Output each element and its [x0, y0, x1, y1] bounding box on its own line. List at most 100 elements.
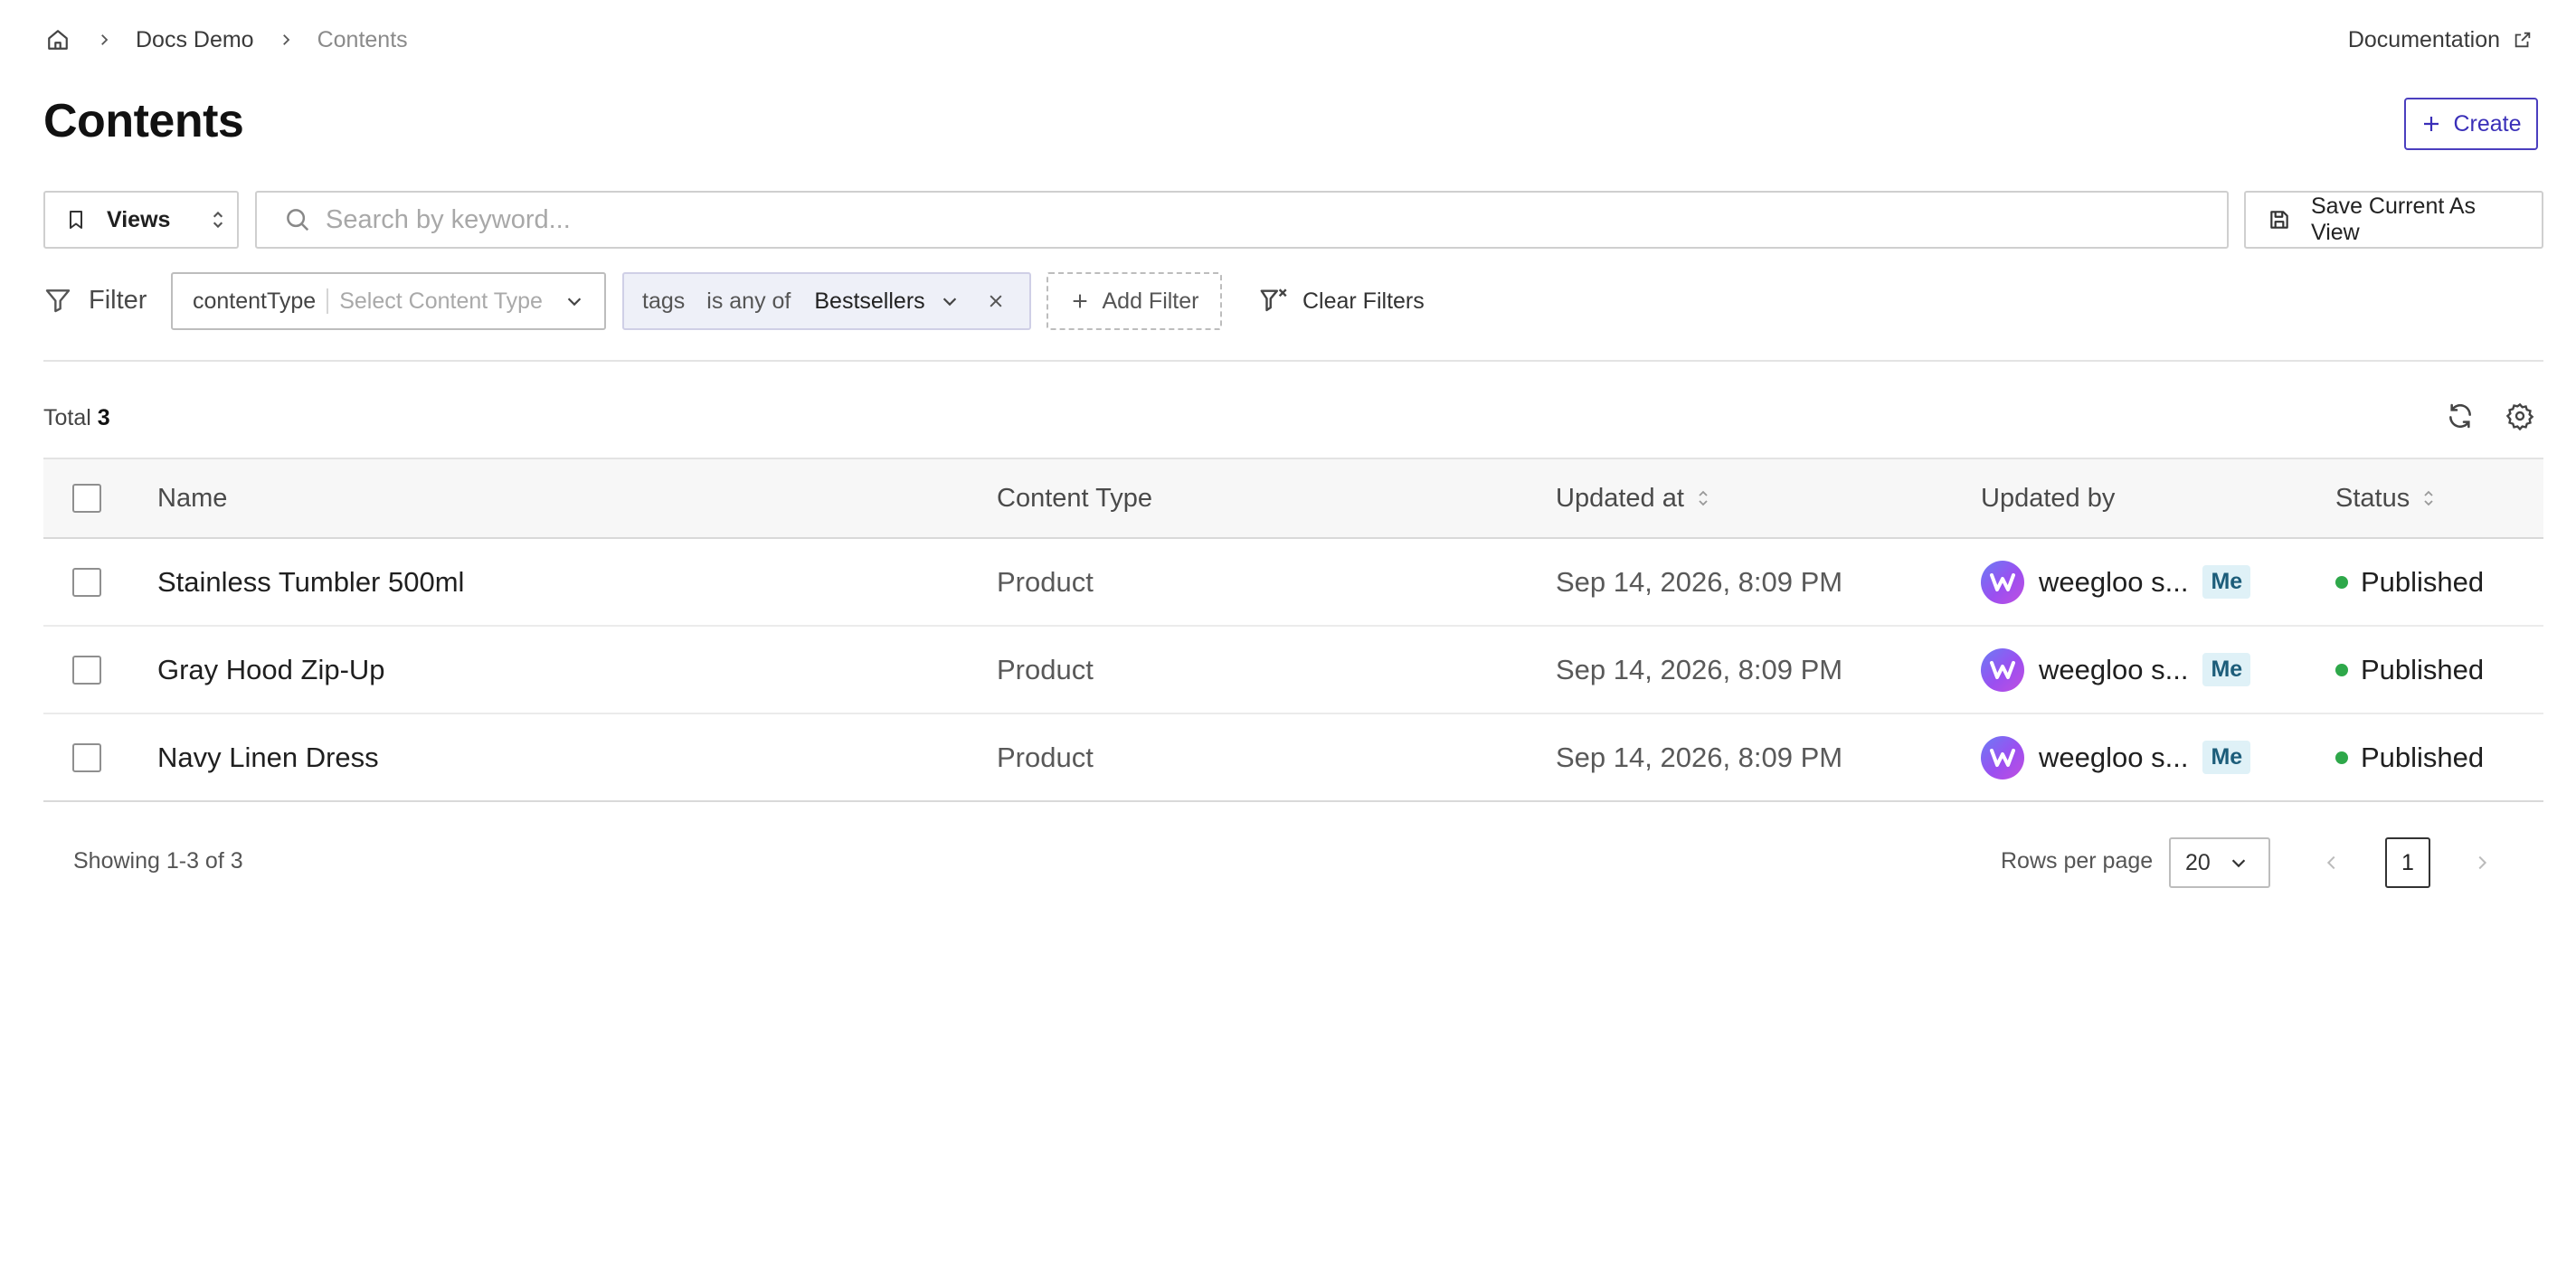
- content-type-key: contentType: [193, 288, 317, 314]
- tags-filter-chip: tags is any of Bestsellers: [622, 272, 1031, 330]
- breadcrumb: Docs Demo Contents: [43, 22, 408, 58]
- previous-page-chevron-left-icon[interactable]: [2314, 845, 2350, 881]
- table-row[interactable]: Navy Linen Dress Product Sep 14, 2026, 8…: [43, 714, 2543, 802]
- save-view-label: Save Current As View: [2311, 194, 2477, 245]
- rows-per-page-select[interactable]: 20: [2169, 837, 2270, 888]
- column-header-name: Name: [157, 483, 228, 513]
- chevron-right-icon: [94, 30, 114, 50]
- page-title: Contents: [43, 95, 244, 147]
- sort-icon: [1697, 487, 1709, 509]
- avatar: [1981, 560, 2024, 604]
- sort-updown-icon: [210, 208, 226, 231]
- total-label: Total: [43, 405, 91, 430]
- row-updated-at: Sep 14, 2026, 8:09 PM: [1556, 653, 1843, 685]
- column-header-content-type: Content Type: [997, 483, 1152, 513]
- status-text: Published: [2361, 653, 2485, 685]
- row-updated-by: weegloo s... Me: [1981, 627, 2251, 713]
- total-value: 3: [97, 405, 110, 430]
- user-name: weegloo s...: [2039, 741, 2189, 773]
- status-badge: Published: [2335, 539, 2484, 625]
- documentation-link[interactable]: Documentation: [2348, 22, 2533, 58]
- page-button-1[interactable]: 1: [2385, 837, 2430, 888]
- content-type-filter-select[interactable]: contentType Select Content Type: [171, 272, 606, 330]
- chevron-down-icon[interactable]: [940, 291, 960, 311]
- user-name: weegloo s...: [2039, 653, 2189, 685]
- status-text: Published: [2361, 565, 2485, 598]
- table-row[interactable]: Gray Hood Zip-Up Product Sep 14, 2026, 8…: [43, 627, 2543, 714]
- showing-range: Showing 1-3 of 3: [73, 848, 243, 874]
- contents-table: Name Content Type Updated at Updated by …: [43, 458, 2543, 802]
- clear-filter-icon: [1259, 286, 1290, 316]
- bookmark-icon: [65, 208, 87, 231]
- status-dot: [2335, 663, 2348, 676]
- views-label: Views: [107, 206, 171, 232]
- refresh-icon[interactable]: [2442, 398, 2478, 434]
- row-updated-by: weegloo s... Me: [1981, 714, 2251, 800]
- search-input[interactable]: [326, 204, 2200, 235]
- search-box[interactable]: [255, 191, 2229, 249]
- me-badge: Me: [2202, 741, 2251, 774]
- row-updated-at: Sep 14, 2026, 8:09 PM: [1556, 565, 1843, 598]
- avatar: [1981, 735, 2024, 779]
- total-count: Total 3: [43, 405, 110, 431]
- tags-value[interactable]: Bestsellers: [814, 288, 924, 315]
- chevron-right-icon: [276, 30, 296, 50]
- column-header-updated-by: Updated by: [1981, 483, 2116, 513]
- sort-icon: [2422, 487, 2435, 509]
- table-row[interactable]: Stainless Tumbler 500ml Product Sep 14, …: [43, 539, 2543, 627]
- home-icon[interactable]: [43, 25, 72, 54]
- filter-label: Filter: [43, 280, 147, 320]
- me-badge: Me: [2202, 565, 2251, 599]
- column-header-updated-at[interactable]: Updated at: [1556, 459, 1709, 537]
- status-text: Published: [2361, 741, 2485, 773]
- avatar: [1981, 647, 2024, 692]
- filter-icon: [43, 286, 72, 315]
- clear-filters-label: Clear Filters: [1302, 288, 1425, 314]
- row-content-type: Product: [997, 565, 1094, 598]
- breadcrumb-item-docs-demo[interactable]: Docs Demo: [136, 27, 254, 53]
- filter-text: Filter: [89, 285, 147, 315]
- tags-field: tags: [642, 288, 686, 314]
- select-all-checkbox[interactable]: [72, 484, 101, 513]
- user-name: weegloo s...: [2039, 565, 2189, 598]
- create-button[interactable]: Create: [2404, 98, 2538, 150]
- row-checkbox[interactable]: [72, 742, 101, 772]
- create-label: Create: [2453, 110, 2522, 137]
- row-name[interactable]: Gray Hood Zip-Up: [157, 627, 385, 713]
- plus-icon: [2420, 113, 2442, 135]
- next-page-chevron-right-icon[interactable]: [2464, 845, 2500, 881]
- external-link-icon: [2513, 30, 2533, 50]
- save-current-as-view-button[interactable]: Save Current As View: [2244, 191, 2543, 249]
- search-icon: [284, 206, 311, 233]
- row-checkbox[interactable]: [72, 655, 101, 685]
- remove-filter-close-icon[interactable]: [987, 292, 1005, 310]
- row-name[interactable]: Stainless Tumbler 500ml: [157, 539, 464, 625]
- row-content-type: Product: [997, 741, 1094, 773]
- views-button[interactable]: Views: [43, 191, 239, 249]
- documentation-label: Documentation: [2347, 26, 2500, 52]
- divider: [43, 360, 2543, 362]
- breadcrumb-item-contents: Contents: [317, 26, 408, 52]
- tags-operator[interactable]: is any of: [706, 288, 791, 315]
- chevron-down-icon: [2229, 853, 2249, 873]
- rows-per-page-label: Rows per page: [2001, 848, 2154, 874]
- plus-icon: [1070, 291, 1090, 311]
- rows-per-page-value: 20: [2185, 849, 2211, 875]
- gear-icon[interactable]: [2502, 398, 2538, 434]
- me-badge: Me: [2202, 653, 2251, 686]
- row-updated-at: Sep 14, 2026, 8:09 PM: [1556, 741, 1843, 773]
- row-content-type: Product: [997, 653, 1094, 685]
- table-header: Name Content Type Updated at Updated by …: [43, 458, 2543, 539]
- column-header-status[interactable]: Status: [2335, 459, 2435, 537]
- content-type-placeholder: Select Content Type: [339, 288, 543, 314]
- status-dot: [2335, 751, 2348, 764]
- status-badge: Published: [2335, 714, 2484, 800]
- row-name[interactable]: Navy Linen Dress: [157, 714, 379, 800]
- add-filter-button[interactable]: Add Filter: [1046, 272, 1222, 330]
- row-checkbox[interactable]: [72, 567, 101, 597]
- clear-filters-button[interactable]: Clear Filters: [1259, 280, 1425, 322]
- status-dot: [2335, 575, 2348, 589]
- chevron-down-icon: [564, 291, 584, 311]
- save-icon: [2268, 208, 2291, 231]
- add-filter-label: Add Filter: [1102, 288, 1199, 314]
